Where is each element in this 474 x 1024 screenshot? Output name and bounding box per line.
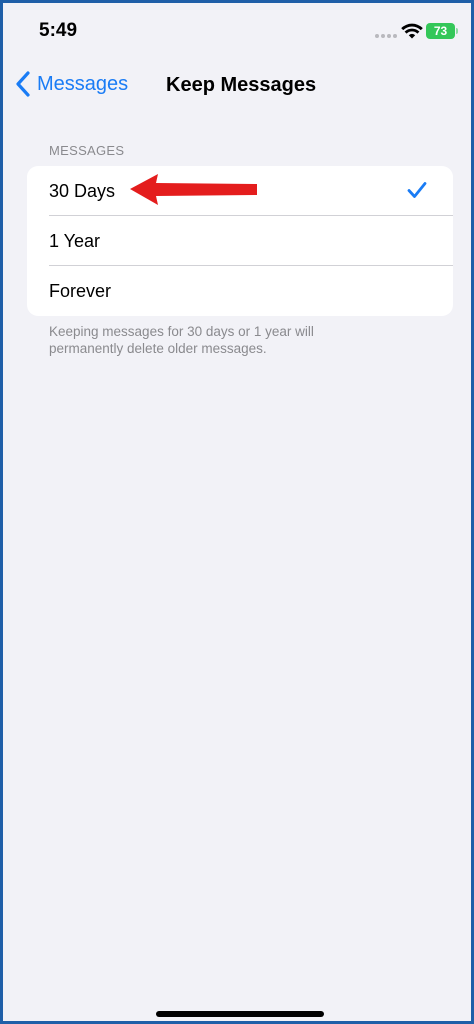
navigation-bar: Messages Keep Messages [3,59,471,109]
wifi-icon [401,23,423,39]
screen-frame: 5:49 73 Messages Keep Messages MESSAGES … [0,0,474,1024]
battery-tip [456,28,458,34]
option-1-year[interactable]: 1 Year [27,216,453,266]
page-title: Keep Messages [166,74,317,96]
red-arrow-icon [130,174,257,205]
home-indicator[interactable] [156,1011,324,1017]
battery-level: 73 [433,24,448,38]
option-forever[interactable]: Forever [27,266,453,316]
section-footer-note: Keeping messages for 30 days or 1 year w… [49,324,314,356]
back-button-label: Messages [37,72,129,95]
section-header: MESSAGES [49,143,125,158]
battery-icon: 73 [426,23,455,39]
option-label: 1 Year [49,230,101,251]
checkmark-icon [407,182,427,198]
option-label: 30 Days [49,180,116,201]
option-label: Forever [49,280,112,301]
chevron-left-icon [16,71,30,97]
status-bar: 5:49 73 [3,3,471,59]
status-time: 5:49 [39,20,78,41]
back-button[interactable]: Messages [15,69,128,99]
signal-icon [375,34,397,40]
